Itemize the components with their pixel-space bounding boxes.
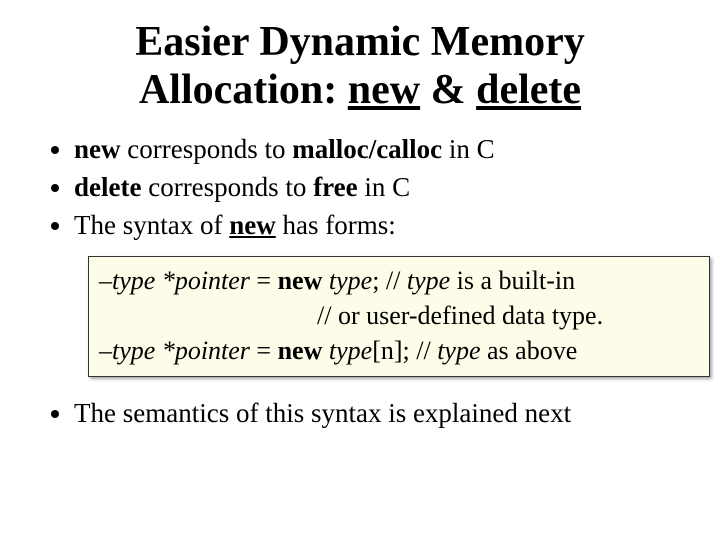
bullet-delete-free: delete corresponds to free in C (74, 169, 690, 205)
bullet-list-top: new corresponds to malloc/calloc in C de… (30, 131, 690, 244)
bullet-semantics: The semantics of this syntax is explaine… (74, 395, 690, 431)
text: is a built-in (450, 266, 575, 295)
text: = (250, 266, 278, 295)
title-keyword-new: new (348, 67, 420, 113)
dash: – (99, 266, 112, 295)
kw-type: type (329, 336, 372, 365)
syntax-line-2: // or user-defined data type. (99, 298, 699, 333)
syntax-line-3: –type *pointer = new type[n]; // type as… (99, 333, 699, 368)
text: as above (481, 336, 578, 365)
text: in C (358, 172, 411, 202)
dash: – (99, 336, 112, 365)
text: ; // (372, 266, 407, 295)
kw-type: type (329, 266, 372, 295)
bullet-list-bottom: The semantics of this syntax is explaine… (30, 395, 690, 431)
slide: Easier Dynamic Memory Allocation: new & … (0, 0, 720, 540)
text: in C (442, 134, 495, 164)
title-keyword-delete: delete (476, 67, 581, 113)
title-line2-prefix: Allocation: (139, 67, 348, 113)
slide-title: Easier Dynamic Memory Allocation: new & … (30, 18, 690, 115)
kw-delete: delete (74, 172, 141, 202)
title-line1: Easier Dynamic Memory (135, 19, 584, 65)
kw-new-underlined: new (229, 210, 276, 240)
syntax-line-1: –type *pointer = new type; // type is a … (99, 263, 699, 298)
kw-type: type (407, 266, 450, 295)
text: has forms: (276, 210, 396, 240)
text: corresponds to (121, 134, 293, 164)
kw-pointer: *pointer (155, 266, 250, 295)
bullet-syntax-forms: The syntax of new has forms: (74, 207, 690, 243)
title-amp: & (420, 67, 476, 113)
text: corresponds to (141, 172, 313, 202)
kw-free: free (313, 172, 357, 202)
syntax-box: –type *pointer = new type; // type is a … (88, 256, 710, 377)
kw-malloc-calloc: malloc/calloc (292, 134, 442, 164)
kw-new: new (74, 134, 121, 164)
text: [n]; // (372, 336, 437, 365)
kw-new: new (278, 266, 323, 295)
kw-type: type (437, 336, 480, 365)
text: The syntax of (74, 210, 229, 240)
text: = (250, 336, 278, 365)
kw-new: new (278, 336, 323, 365)
bullet-new-malloc: new corresponds to malloc/calloc in C (74, 131, 690, 167)
kw-pointer: *pointer (155, 336, 250, 365)
kw-type: type (112, 336, 155, 365)
kw-type: type (112, 266, 155, 295)
